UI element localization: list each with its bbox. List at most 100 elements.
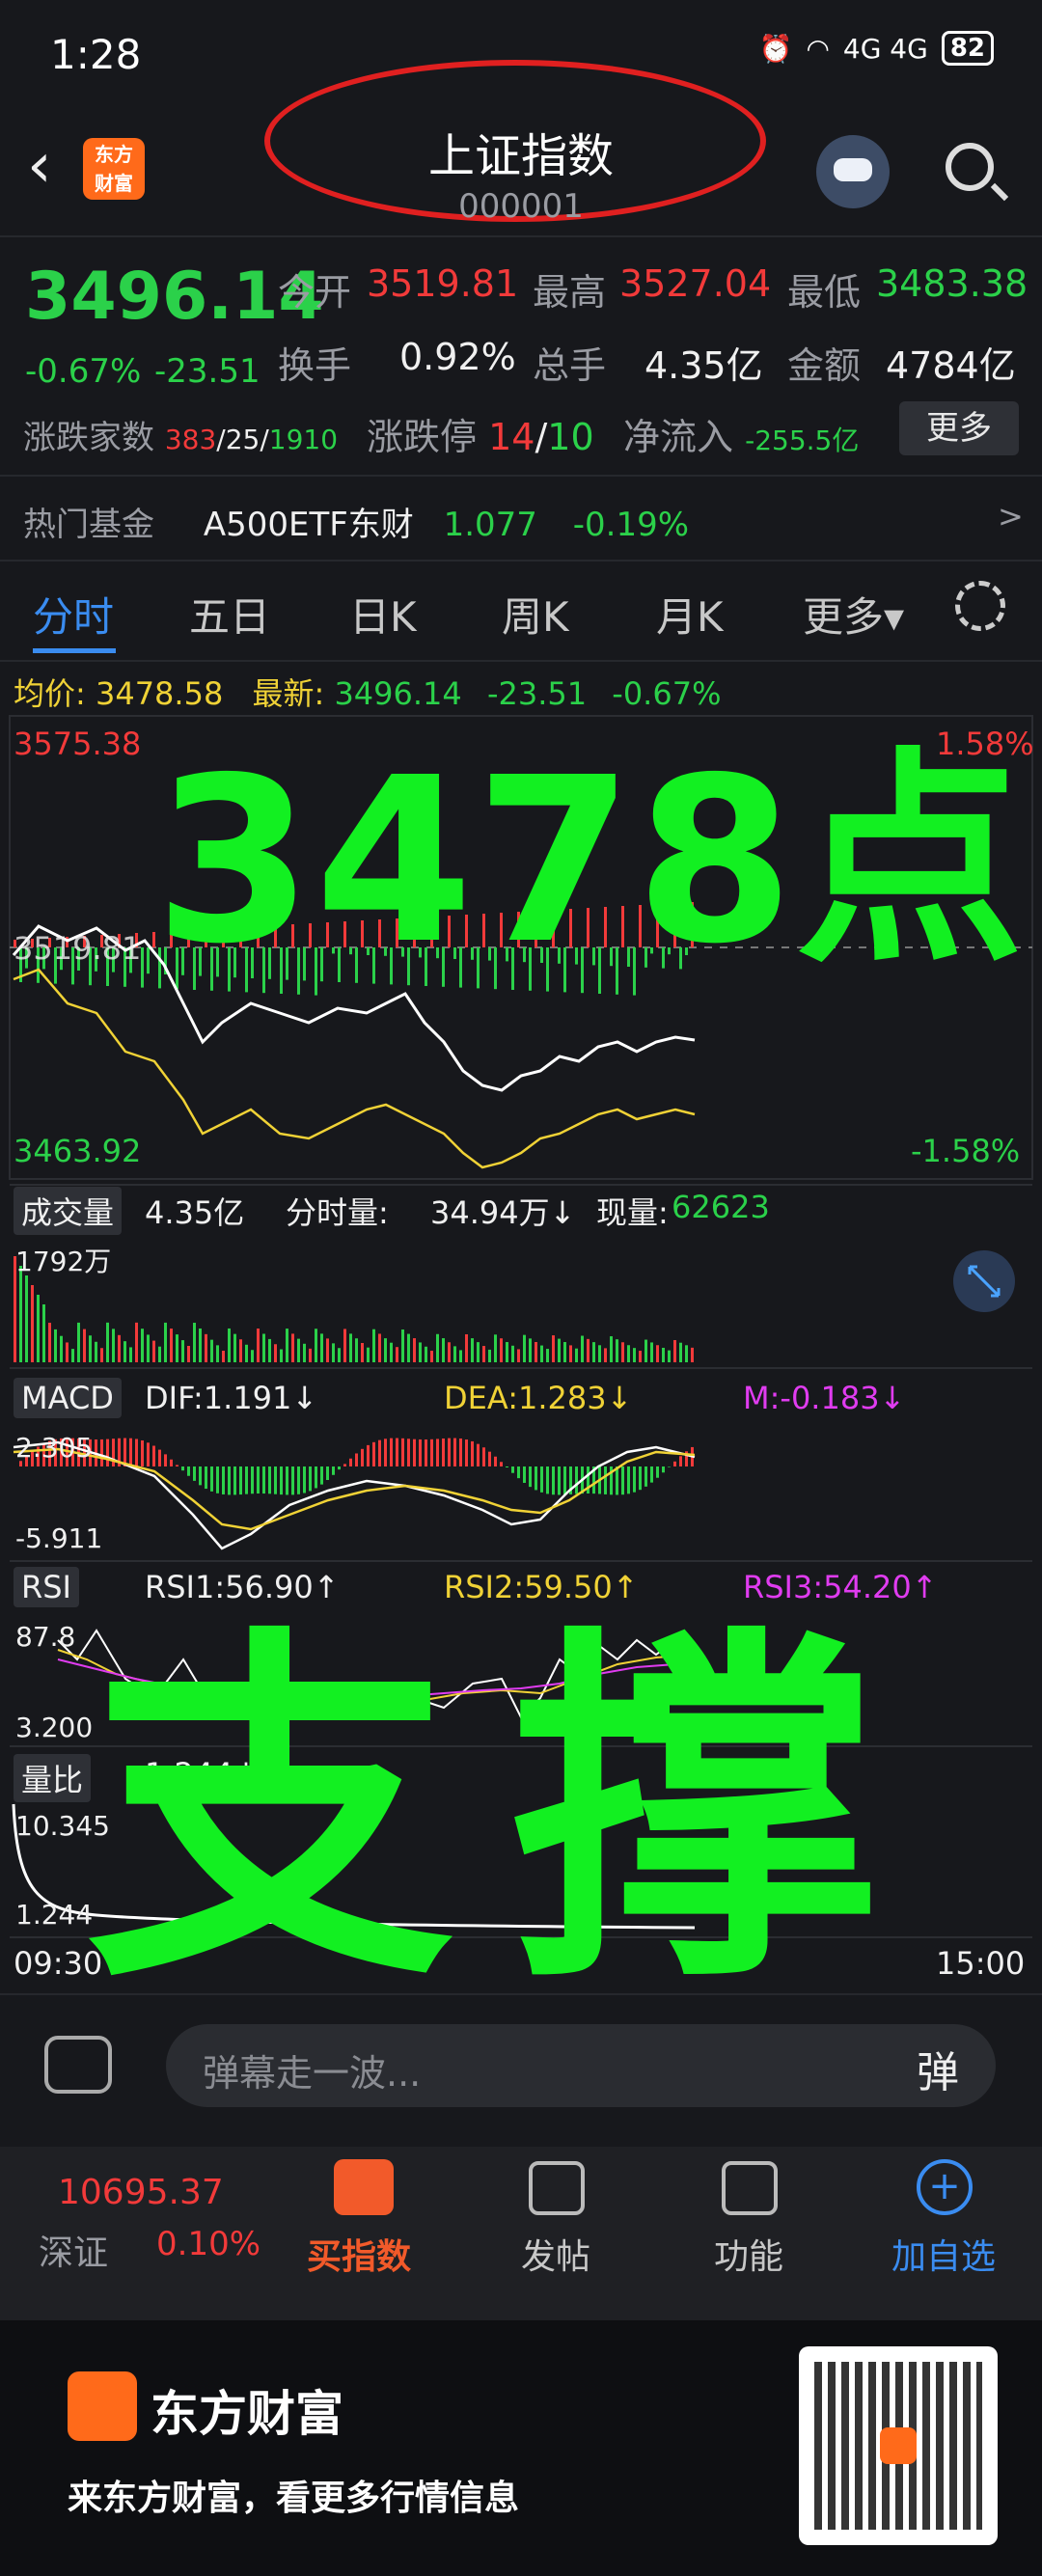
macd-dea: DEA:1.283↓ — [444, 1380, 633, 1416]
macd-bar — [627, 1466, 630, 1494]
functions-button[interactable]: 功能 — [714, 2229, 783, 2279]
volume-bar — [546, 1349, 549, 1362]
volume-bar — [535, 1342, 537, 1362]
volume-bar — [396, 1347, 398, 1362]
volume-bar — [367, 1347, 370, 1362]
comment-list-icon[interactable] — [44, 2036, 112, 2094]
macd-m: M:-0.183↓ — [743, 1380, 906, 1416]
macd-bar — [141, 1439, 144, 1466]
volume-bar — [205, 1333, 207, 1362]
add-watchlist-button[interactable]: 加自选 — [891, 2229, 996, 2279]
macd-bar — [176, 1465, 178, 1466]
macd-bar — [436, 1439, 439, 1466]
volume-bar — [575, 1348, 578, 1362]
volume-bar — [164, 1322, 167, 1362]
volume-bar — [320, 1333, 323, 1362]
buy-index-icon[interactable] — [334, 2159, 394, 2215]
volume-bar — [442, 1338, 445, 1362]
macd-bar — [280, 1466, 283, 1495]
macd-bar — [535, 1466, 537, 1491]
volume-bar — [176, 1334, 178, 1362]
volume-bar — [332, 1343, 335, 1362]
price-bar — [141, 947, 144, 988]
volume-bar — [668, 1350, 671, 1362]
chart-bottom-price: 3463.92 — [14, 1133, 142, 1169]
macd-bar — [459, 1438, 462, 1466]
volume-bar — [19, 1266, 22, 1362]
add-icon[interactable]: + — [917, 2159, 973, 2215]
volume-bar — [372, 1329, 375, 1362]
macd-bar — [453, 1438, 456, 1466]
macd-bar — [506, 1466, 508, 1468]
macd-bar — [552, 1466, 555, 1495]
macd-bar — [158, 1449, 161, 1466]
volume-bar — [106, 1322, 109, 1362]
macd-bar — [575, 1466, 578, 1494]
volume-bar — [123, 1341, 126, 1362]
macd-bar — [523, 1466, 526, 1483]
macd-bar — [286, 1466, 288, 1495]
volume-bar — [135, 1322, 138, 1362]
macd-bar — [274, 1466, 277, 1494]
volume-bar — [89, 1335, 92, 1362]
bottom-index-price[interactable]: 10695.37 — [58, 2173, 224, 2212]
macd-indicator-select[interactable]: MACD — [14, 1378, 122, 1418]
volume-bar — [425, 1346, 427, 1362]
macd-bar — [187, 1466, 190, 1476]
post-button[interactable]: 发帖 — [521, 2229, 590, 2279]
bottom-index-pct[interactable]: 0.10% — [156, 2225, 260, 2263]
volume-bar — [48, 1323, 51, 1362]
volume-bar — [338, 1348, 341, 1362]
bottom-index-name[interactable]: 深证 — [39, 2225, 108, 2275]
volume-bar — [639, 1351, 642, 1362]
danmaku-toggle-button[interactable]: 弹 — [917, 2038, 959, 2099]
volume-bar — [158, 1346, 161, 1362]
volume-bar — [193, 1323, 196, 1362]
macd-bar — [303, 1466, 306, 1494]
volume-indicator-select[interactable]: 成交量 — [14, 1187, 123, 1235]
macd-bar — [633, 1466, 636, 1493]
buy-index-button[interactable]: 买指数 — [307, 2229, 411, 2279]
macd-bar — [222, 1466, 225, 1494]
macd-bar — [546, 1466, 549, 1494]
macd-bar — [558, 1466, 561, 1495]
macd-histogram — [19, 1438, 694, 1495]
footer-slogan: 来东方财富，看更多行情信息 — [68, 2479, 520, 2518]
volume-bar — [141, 1329, 144, 1362]
post-icon[interactable] — [529, 2161, 585, 2215]
volume-bar — [679, 1342, 682, 1362]
functions-icon[interactable] — [722, 2161, 778, 2215]
volume-bar — [361, 1343, 364, 1362]
volume-bar — [181, 1340, 184, 1362]
rsi-indicator-select[interactable]: RSI — [14, 1567, 79, 1607]
macd-bar — [343, 1464, 346, 1466]
macd-bar — [135, 1439, 138, 1466]
volume-bar — [523, 1334, 526, 1362]
macd-bar — [482, 1447, 485, 1466]
macd-bar — [477, 1443, 480, 1466]
macd-bar — [488, 1451, 491, 1466]
volume-bars — [14, 1256, 694, 1362]
macd-bar — [268, 1466, 271, 1494]
macd-bar — [326, 1466, 329, 1481]
volume-bar — [540, 1345, 543, 1362]
volume-bar — [517, 1349, 520, 1362]
volume-bar — [482, 1346, 485, 1362]
macd-bar — [291, 1466, 294, 1495]
macd-bar — [500, 1462, 503, 1466]
volume-split: 34.94万↓ — [430, 1194, 576, 1231]
volume-bar — [66, 1342, 69, 1362]
macd-bar — [372, 1441, 375, 1466]
volume-bar — [529, 1338, 532, 1362]
macd-bar — [465, 1439, 468, 1466]
macd-bar — [656, 1466, 659, 1478]
volume-bar — [644, 1339, 647, 1362]
macd-bar — [239, 1466, 242, 1495]
volume-ratio-select[interactable]: 量比 — [14, 1754, 92, 1802]
volume-bar — [112, 1329, 115, 1362]
volume-bar — [558, 1338, 561, 1362]
volume-bar — [147, 1334, 150, 1362]
volume-bar — [262, 1333, 265, 1362]
chart-bottom-pct: -1.58% — [911, 1133, 1021, 1169]
macd-bar — [164, 1454, 167, 1466]
